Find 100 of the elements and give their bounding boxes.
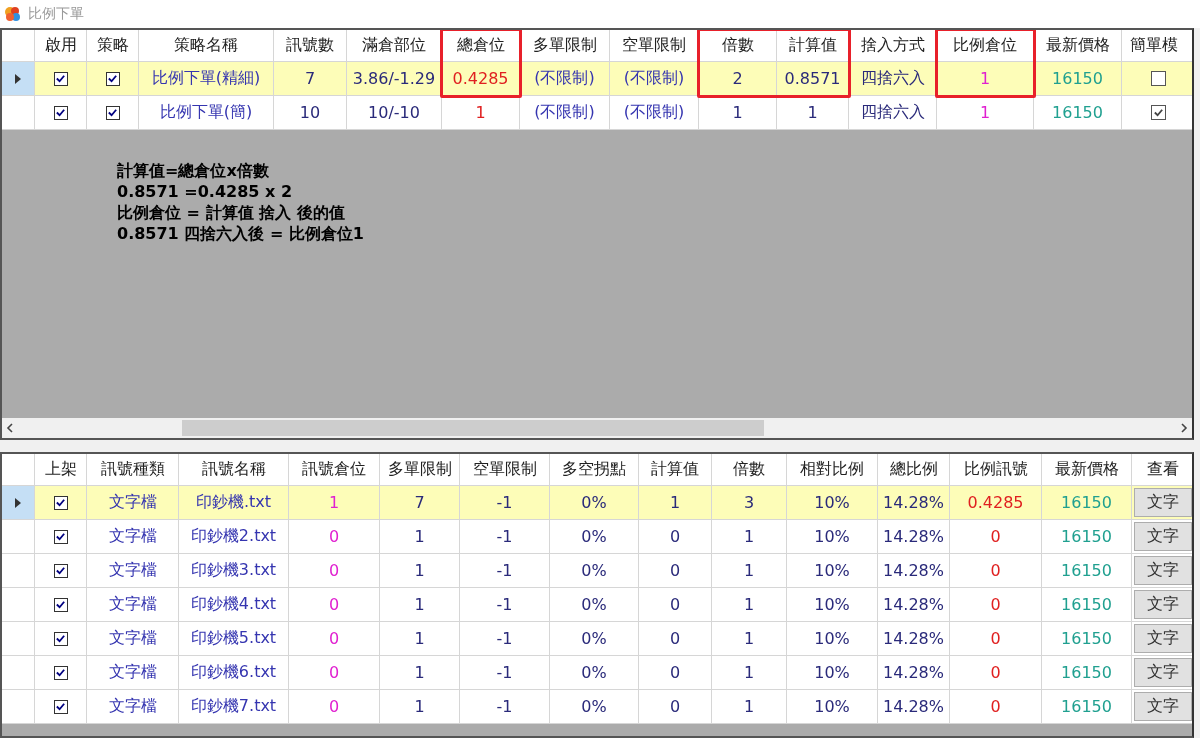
annotation-text: 比例倉位 = 計算值 捨入 後的值	[117, 202, 346, 223]
table-cell: -1	[496, 561, 513, 580]
table-cell: 3	[743, 493, 755, 512]
scroll-right-icon[interactable]	[1180, 423, 1188, 433]
column-header[interactable]: 倍數	[699, 30, 777, 62]
table-cell: 0	[669, 561, 681, 580]
check-icon	[55, 73, 66, 84]
column-header[interactable]: 策略	[87, 30, 139, 62]
checkbox[interactable]	[53, 631, 68, 646]
row-pointer-icon	[15, 73, 21, 84]
table-cell: 1	[414, 663, 425, 682]
check-icon	[55, 633, 66, 644]
table-cell: 文字檔	[108, 628, 157, 649]
table-cell: 14.28%	[883, 595, 944, 614]
table-cell: 0%	[581, 527, 607, 546]
table-cell: 1	[743, 561, 755, 580]
table-cell: 印鈔機.txt	[195, 492, 272, 513]
column-header[interactable]: 訊號名稱	[179, 454, 289, 486]
table-cell: 16150	[1061, 493, 1112, 512]
table-cell: 1	[807, 103, 818, 122]
view-text-button[interactable]: 文字	[1133, 590, 1192, 619]
checkbox[interactable]	[53, 495, 68, 510]
app-logo-icon	[4, 5, 22, 23]
table-cell: 14.28%	[883, 629, 944, 648]
check-icon	[55, 667, 66, 678]
checkbox[interactable]	[53, 665, 68, 680]
view-text-button[interactable]: 文字	[1133, 488, 1192, 517]
scrollbar-thumb[interactable]	[182, 420, 764, 436]
view-text-button[interactable]: 文字	[1133, 624, 1192, 653]
table-cell: (不限制)	[534, 68, 595, 89]
table-cell: 10%	[814, 527, 850, 546]
row-header[interactable]	[2, 62, 35, 96]
column-header[interactable]: 倍數	[712, 454, 787, 486]
column-header[interactable]: 上架	[35, 454, 87, 486]
checkbox[interactable]	[53, 71, 68, 86]
checkbox[interactable]	[53, 105, 68, 120]
view-text-button[interactable]: 文字	[1133, 658, 1192, 687]
column-header[interactable]: 訊號倉位	[289, 454, 380, 486]
scroll-left-icon[interactable]	[6, 423, 14, 433]
checkbox[interactable]	[53, 699, 68, 714]
checkbox[interactable]	[53, 529, 68, 544]
column-header[interactable]: 空單限制	[460, 454, 550, 486]
table-cell: 16150	[1061, 561, 1112, 580]
column-header[interactable]: 最新價格	[1042, 454, 1132, 486]
column-header[interactable]: 多單限制	[520, 30, 610, 62]
corner-cell[interactable]	[2, 454, 35, 486]
table-cell: 0	[990, 663, 1001, 682]
column-header[interactable]: 總比例	[878, 454, 950, 486]
corner-cell[interactable]	[2, 30, 35, 62]
table-cell: 16150	[1061, 595, 1112, 614]
horizontal-scrollbar[interactable]	[2, 418, 1192, 438]
table-cell: 3.86/-1.29	[352, 69, 436, 88]
table-cell: 10%	[814, 493, 850, 512]
column-header[interactable]: 計算值	[639, 454, 712, 486]
view-text-button[interactable]: 文字	[1133, 522, 1192, 551]
checkbox[interactable]	[53, 563, 68, 578]
table-cell: 1	[669, 493, 681, 512]
table-cell: 0	[669, 697, 681, 716]
annotation-text: 計算值=總倉位x倍數	[117, 160, 270, 181]
table-cell: 7	[414, 493, 425, 512]
table-cell: (不限制)	[623, 68, 685, 89]
column-header[interactable]: 比例訊號	[950, 454, 1042, 486]
column-header[interactable]: 最新價格	[1034, 30, 1122, 62]
table-cell: -1	[496, 697, 513, 716]
table-cell: 16150	[1052, 103, 1103, 122]
table-cell: 文字檔	[108, 492, 157, 513]
checkbox[interactable]	[1151, 71, 1166, 86]
table-cell: 0	[990, 527, 1001, 546]
column-header[interactable]: 多單限制	[380, 454, 460, 486]
table-cell: 印鈔機4.txt	[190, 594, 277, 615]
row-header[interactable]	[2, 486, 35, 520]
column-header[interactable]: 訊號數	[274, 30, 347, 62]
column-header[interactable]: 策略名稱	[139, 30, 274, 62]
table-cell: 0.4285	[967, 493, 1024, 512]
table-cell: 16150	[1061, 697, 1112, 716]
table-cell: 1	[979, 69, 991, 88]
table-cell: 文字檔	[108, 560, 157, 581]
table-cell: 0%	[581, 493, 607, 512]
table-cell: 0	[328, 697, 340, 716]
table-cell: 印鈔機7.txt	[190, 696, 277, 717]
table-cell: 0	[990, 697, 1001, 716]
column-header[interactable]: 多空拐點	[550, 454, 639, 486]
view-text-button[interactable]: 文字	[1133, 556, 1192, 585]
column-header[interactable]: 相對比例	[787, 454, 878, 486]
column-header[interactable]: 訊號種類	[87, 454, 179, 486]
table-cell: 0	[328, 595, 340, 614]
view-text-button[interactable]: 文字	[1133, 692, 1192, 721]
table-cell: 比例下單(精細)	[151, 68, 261, 89]
table-cell: 印鈔機3.txt	[190, 560, 277, 581]
table-cell: 7	[304, 69, 316, 88]
check-icon	[1153, 107, 1164, 118]
column-header[interactable]: 啟用	[35, 30, 87, 62]
table-cell: 1	[743, 527, 755, 546]
check-icon	[107, 73, 118, 84]
checkbox[interactable]	[105, 105, 120, 120]
table-cell: 文字檔	[108, 526, 157, 547]
table-cell: 1	[732, 103, 743, 122]
checkbox[interactable]	[53, 597, 68, 612]
checkbox[interactable]	[1151, 105, 1166, 120]
checkbox[interactable]	[105, 71, 120, 86]
